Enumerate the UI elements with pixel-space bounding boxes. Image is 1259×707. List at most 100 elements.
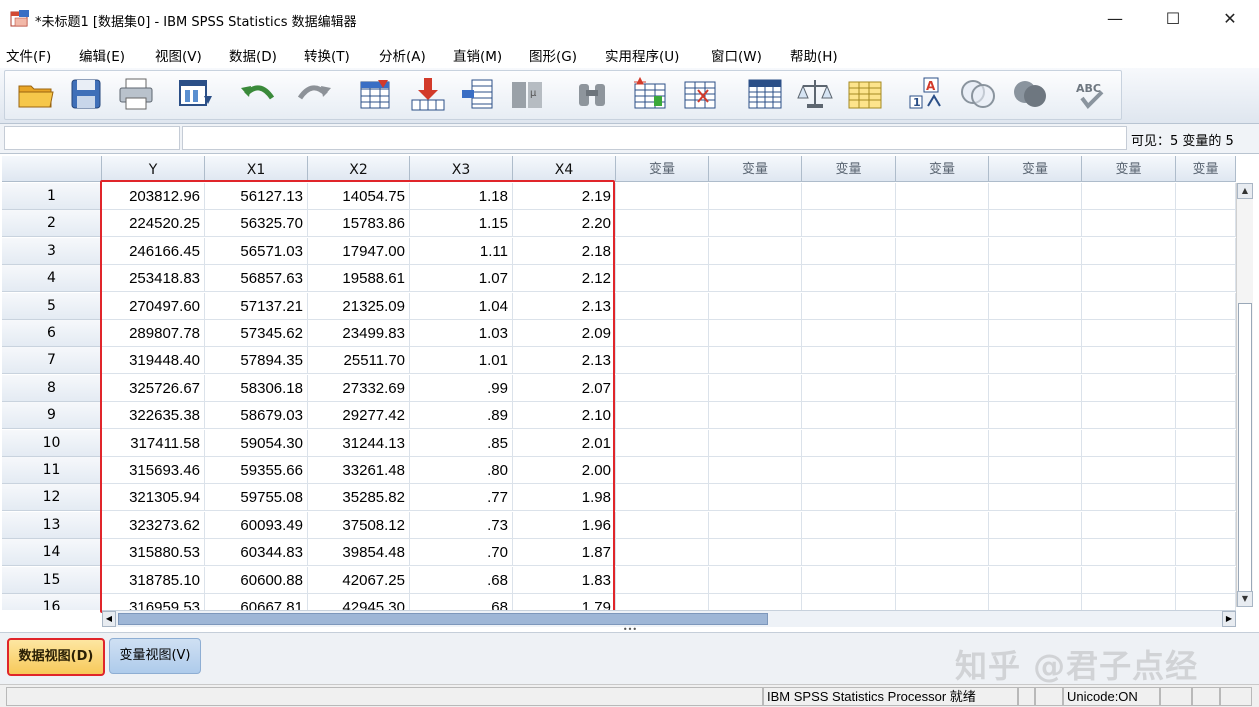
data-cell[interactable]: 21325.09 [308, 292, 410, 320]
empty-cell[interactable] [802, 484, 896, 512]
empty-cell[interactable] [989, 566, 1082, 594]
menu-edit[interactable]: 编辑(E) [79, 45, 125, 65]
data-cell[interactable]: 58306.18 [205, 374, 308, 402]
empty-cell[interactable] [989, 402, 1082, 430]
menu-help[interactable]: 帮助(H) [790, 45, 838, 65]
empty-cell[interactable] [1176, 429, 1236, 457]
data-cell[interactable]: 37508.12 [308, 511, 410, 539]
data-cell[interactable]: 31244.13 [308, 429, 410, 457]
data-cell[interactable]: .70 [410, 539, 513, 567]
empty-cell[interactable] [616, 484, 709, 512]
empty-cell[interactable] [802, 265, 896, 293]
find-icon[interactable] [572, 76, 612, 112]
empty-column-header[interactable]: 变量 [802, 156, 896, 182]
data-cell[interactable]: .85 [410, 429, 513, 457]
data-cell[interactable]: 319448.40 [102, 347, 205, 375]
data-cell[interactable]: 322635.38 [102, 402, 205, 430]
data-cell[interactable]: 33261.48 [308, 457, 410, 484]
empty-cell[interactable] [616, 429, 709, 457]
vertical-scroll-thumb[interactable] [1238, 303, 1252, 593]
empty-cell[interactable] [616, 265, 709, 293]
data-cell[interactable]: 246166.45 [102, 237, 205, 265]
data-cell[interactable]: 1.98 [513, 484, 616, 512]
data-cell[interactable]: 253418.83 [102, 265, 205, 293]
data-cell[interactable]: .73 [410, 511, 513, 539]
empty-cell[interactable] [1082, 237, 1176, 265]
data-cell[interactable]: 2.20 [513, 210, 616, 238]
empty-cell[interactable] [896, 457, 989, 484]
data-cell[interactable]: 57137.21 [205, 292, 308, 320]
horizontal-scroll-thumb[interactable] [118, 613, 768, 625]
empty-cell[interactable] [709, 402, 802, 430]
data-cell[interactable]: 2.00 [513, 457, 616, 484]
data-cell[interactable]: 2.09 [513, 320, 616, 347]
empty-cell[interactable] [896, 265, 989, 293]
data-cell[interactable]: 2.13 [513, 292, 616, 320]
data-cell[interactable]: 325726.67 [102, 374, 205, 402]
recall-dialog-icon[interactable] [176, 76, 216, 112]
empty-cell[interactable] [896, 511, 989, 539]
empty-cell[interactable] [1082, 539, 1176, 567]
row-header[interactable]: 6 [2, 320, 102, 347]
print-icon[interactable] [116, 76, 156, 112]
empty-cell[interactable] [616, 594, 709, 610]
empty-column-header[interactable]: 变量 [709, 156, 802, 182]
empty-cell[interactable] [1082, 566, 1176, 594]
empty-cell[interactable] [802, 320, 896, 347]
data-cell[interactable]: .68 [410, 594, 513, 610]
menu-view[interactable]: 视图(V) [155, 45, 202, 65]
empty-cell[interactable] [989, 594, 1082, 610]
empty-cell[interactable] [1176, 566, 1236, 594]
empty-cell[interactable] [896, 594, 989, 610]
data-cell[interactable]: 57894.35 [205, 347, 308, 375]
data-cell[interactable]: 56127.13 [205, 183, 308, 210]
data-cell[interactable]: 1.03 [410, 320, 513, 347]
empty-cell[interactable] [896, 210, 989, 238]
data-cell[interactable]: 1.07 [410, 265, 513, 293]
data-cell[interactable]: .80 [410, 457, 513, 484]
empty-cell[interactable] [1082, 374, 1176, 402]
empty-cell[interactable] [1082, 292, 1176, 320]
empty-cell[interactable] [616, 402, 709, 430]
empty-cell[interactable] [709, 320, 802, 347]
data-grid[interactable]: Y X1 X2 X3 X4 变量 变量 变量 变量 变量 变量 变量 1 203812.96 56127.1… [2, 156, 1238, 610]
empty-column-header[interactable]: 变量 [896, 156, 989, 182]
data-cell[interactable]: 15783.86 [308, 210, 410, 238]
goto-variable-icon[interactable] [408, 76, 448, 112]
empty-cell[interactable] [989, 347, 1082, 375]
data-cell[interactable]: 14054.75 [308, 183, 410, 210]
data-cell[interactable]: 29277.42 [308, 402, 410, 430]
empty-cell[interactable] [616, 292, 709, 320]
empty-cell[interactable] [989, 183, 1082, 210]
menu-file[interactable]: 文件(F) [6, 45, 51, 65]
empty-cell[interactable] [616, 347, 709, 375]
row-header[interactable]: 4 [2, 265, 102, 293]
empty-cell[interactable] [1176, 402, 1236, 430]
row-header[interactable]: 8 [2, 374, 102, 402]
empty-cell[interactable] [709, 457, 802, 484]
data-cell[interactable]: 224520.25 [102, 210, 205, 238]
empty-cell[interactable] [896, 292, 989, 320]
empty-cell[interactable] [802, 402, 896, 430]
empty-cell[interactable] [989, 374, 1082, 402]
empty-cell[interactable] [709, 566, 802, 594]
empty-cell[interactable] [1176, 183, 1236, 210]
empty-cell[interactable] [802, 374, 896, 402]
row-header[interactable]: 14 [2, 539, 102, 567]
empty-cell[interactable] [802, 566, 896, 594]
empty-cell[interactable] [896, 374, 989, 402]
empty-cell[interactable] [709, 484, 802, 512]
empty-cell[interactable] [709, 210, 802, 238]
empty-cell[interactable] [989, 320, 1082, 347]
empty-cell[interactable] [1082, 484, 1176, 512]
data-cell[interactable]: 317411.58 [102, 429, 205, 457]
data-cell[interactable]: 59054.30 [205, 429, 308, 457]
empty-cell[interactable] [616, 457, 709, 484]
row-header[interactable]: 3 [2, 237, 102, 265]
empty-cell[interactable] [1082, 265, 1176, 293]
undo-icon[interactable] [238, 76, 278, 112]
cell-reference-field[interactable] [4, 126, 180, 150]
cell-value-field[interactable] [182, 126, 1127, 150]
spell-check-icon[interactable]: ABC [1072, 76, 1112, 112]
empty-cell[interactable] [1176, 320, 1236, 347]
